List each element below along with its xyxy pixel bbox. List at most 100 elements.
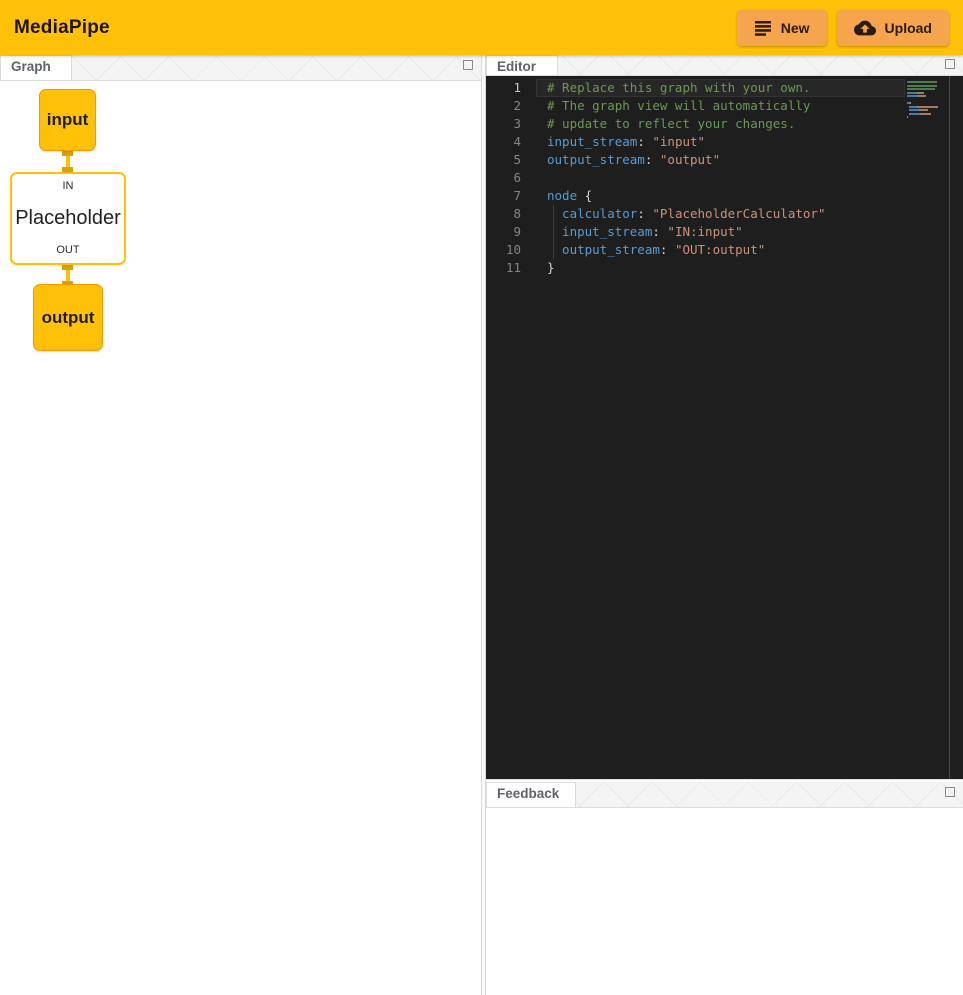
right-column: Editor 1 # Replace this graph with your o… [486,55,963,995]
code-token: : [645,152,660,167]
code-token: "output" [660,152,720,167]
line-number: 4 [486,133,536,151]
line-number: 11 [486,259,536,277]
code-token: calculator [547,206,637,221]
editor-tab-bar: Editor [486,55,963,76]
code-token: "IN:input" [667,224,742,239]
code-token: input_stream [547,224,652,239]
minimap-line [907,85,945,87]
minimap-line [907,109,945,111]
code-token: : [652,224,667,239]
code-text: # update to reflect your changes. [536,115,795,133]
code-text: # Replace this graph with your own. [536,79,810,97]
minimap-token [907,95,918,97]
code-text: calculator: "PlaceholderCalculator" [536,205,825,223]
minimap-line [907,113,945,115]
minimap-token [907,88,935,90]
minimap-token [907,92,917,94]
code-line[interactable]: 4input_stream: "input" [486,133,963,151]
tab-feedback[interactable]: Feedback [486,782,576,807]
graph-panel: Graph input IN Placeholder OUT output [0,55,481,995]
code-line[interactable]: 2 # The graph view will automatically [486,97,963,115]
minimap-token [918,106,938,108]
tab-graph[interactable]: Graph [0,55,72,80]
minimap-token [909,109,919,111]
code-lines[interactable]: 1 # Replace this graph with your own. 2 # T… [486,76,963,277]
minimap-line [907,106,945,108]
editor-minimap[interactable] [907,81,945,120]
line-number: 3 [486,115,536,133]
editor-popout-icon[interactable] [945,59,955,69]
code-text: node { [536,187,592,205]
upload-button[interactable]: Upload [837,10,949,46]
code-token: # Replace this graph with your own. [547,80,810,95]
code-token: "OUT:output" [675,242,765,257]
minimap-token [910,102,911,104]
minimap-line [907,81,945,83]
code-token: output_stream [547,242,660,257]
feedback-popout-icon[interactable] [945,787,955,797]
code-line[interactable]: 6 [486,169,963,187]
menu-lines-icon [754,19,772,37]
graph-canvas[interactable]: input IN Placeholder OUT output [0,81,481,995]
graph-node-input-label: input [47,110,89,130]
minimap-token [907,81,937,83]
line-number: 1 [486,79,536,97]
graph-popout-icon[interactable] [463,60,473,70]
line-number: 6 [486,169,536,187]
feedback-tab-bar: Feedback [486,782,963,808]
code-token: : [637,134,652,149]
code-line[interactable]: 9 input_stream: "IN:input" [486,223,963,241]
code-text: input_stream: "input" [536,133,705,151]
minimap-line [907,99,945,101]
minimap-token [920,109,929,111]
code-text: } [536,259,555,277]
cloud-upload-icon [854,17,876,39]
editor-panel: Editor 1 # Replace this graph with your o… [486,55,963,779]
code-text: output_stream: "OUT:output" [536,241,765,259]
feedback-content [486,808,963,995]
new-button[interactable]: New [737,10,827,46]
tab-editor[interactable]: Editor [486,55,558,75]
minimap-line [907,116,945,118]
graph-node-placeholder[interactable]: IN Placeholder OUT [10,172,126,265]
code-token: node [547,188,585,203]
code-token: output_stream [547,152,645,167]
app-title: MediaPipe [14,17,110,39]
minimap-token [907,116,908,118]
code-line[interactable]: 8 calculator: "PlaceholderCalculator" [486,205,963,223]
code-token: : [660,242,675,257]
placeholder-out-port-label: OUT [56,244,79,256]
app-header: MediaPipe New Upload [0,0,963,55]
code-editor[interactable]: 1 # Replace this graph with your own. 2 # T… [486,76,963,779]
code-line[interactable]: 1 # Replace this graph with your own. [486,79,963,97]
code-token: # The graph view will automatically [547,98,810,113]
minimap-token [918,92,924,94]
code-line[interactable]: 7node { [486,187,963,205]
editor-scrollbar[interactable] [949,76,950,779]
minimap-token [909,106,918,108]
graph-node-input[interactable]: input [39,89,96,151]
code-token: "PlaceholderCalculator" [652,206,825,221]
code-line[interactable]: 5output_stream: "output" [486,151,963,169]
minimap-token [919,95,926,97]
line-number: 8 [486,205,536,223]
main-layout: Graph input IN Placeholder OUT output [0,55,963,995]
line-number: 2 [486,97,536,115]
minimap-line [907,102,945,104]
code-line[interactable]: 10 output_stream: "OUT:output" [486,241,963,259]
code-token: # update to reflect your changes. [547,116,795,131]
line-number: 5 [486,151,536,169]
graph-node-output[interactable]: output [33,284,103,351]
minimap-line [907,95,945,97]
line-number: 7 [486,187,536,205]
code-line[interactable]: 11} [486,259,963,277]
minimap-token [909,113,920,115]
code-token: input_stream [547,134,637,149]
code-text: output_stream: "output" [536,151,720,169]
code-token: { [585,188,593,203]
code-token: } [547,260,555,275]
code-token: "input" [652,134,705,149]
upload-button-label: Upload [885,20,932,36]
code-line[interactable]: 3 # update to reflect your changes. [486,115,963,133]
